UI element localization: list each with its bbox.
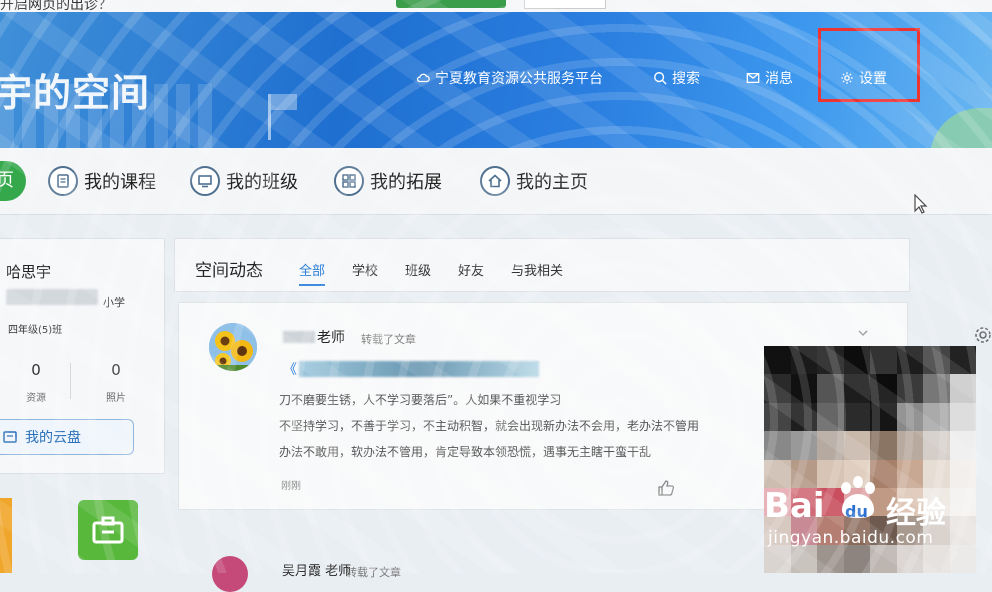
platform-link[interactable]: 宁夏教育资源公共服务平台 [416, 68, 603, 88]
watermark-brand-a: Bai [764, 486, 825, 526]
feed-tab-friends[interactable]: 好友 [458, 260, 484, 279]
monitor-icon [190, 166, 220, 196]
briefcase-icon [92, 516, 124, 544]
menu-my-class[interactable]: 我的班级 [190, 164, 298, 198]
stat-label: 资源 [26, 393, 46, 404]
avatar[interactable] [209, 323, 257, 371]
watermark-url: jingyan.baidu.com [768, 528, 934, 548]
watermark-brand-c: 经验 [886, 496, 946, 531]
my-cloud-disk-button[interactable]: 我的云盘 [0, 419, 134, 455]
menu-label: 我的课程 [84, 172, 156, 193]
school-name-blurred [6, 289, 98, 305]
menu-label: 我的主页 [516, 172, 588, 193]
post-action: 转载了文章 [361, 333, 416, 346]
app-tile-orange[interactable] [0, 498, 12, 573]
post-text-line: 不坚持学习，不善于学习，不主动积智，就会出现新办法不会用，老办法不管用 [279, 419, 700, 433]
menu-my-homepage[interactable]: 我的主页 [480, 164, 588, 198]
menu-my-extension[interactable]: 我的拓展 [334, 164, 442, 198]
messages-link[interactable]: 消息 [746, 68, 793, 88]
post2-action: 转载了文章 [346, 566, 401, 579]
article-link-bracket[interactable]: 《 [283, 359, 297, 379]
main-menu-bar: 页 我的课程 我的班级 我的拓展 我的主页 [0, 148, 992, 215]
gear-icon[interactable] [974, 326, 992, 344]
avatar[interactable] [212, 556, 248, 592]
flag-graphic [271, 94, 297, 110]
stat-value: 0 [31, 361, 41, 379]
stat-photos[interactable]: 0 照片 [86, 361, 146, 404]
search-icon [654, 72, 667, 85]
stat-value: 0 [111, 361, 121, 379]
folder-icon [3, 431, 17, 443]
author-name-blurred [283, 331, 315, 343]
feed-tab-all[interactable]: 全部 [299, 260, 326, 286]
post-time: 刚刚 [281, 481, 301, 492]
space-title: 宇的空间 [0, 71, 151, 115]
profile-name[interactable]: 哈思宇 [6, 261, 51, 282]
post-text-line: 办法不敢用，软办法不管用，肯定导致本领恐慌，遇事无主瞎干蛮干乱 [279, 445, 652, 459]
messages-label: 消息 [765, 71, 793, 87]
stat-resources[interactable]: 0 资源 [6, 361, 66, 404]
search-link[interactable]: 搜索 [653, 68, 700, 88]
thumbs-up-icon[interactable] [657, 479, 675, 497]
grid-icon [334, 166, 364, 196]
menu-my-courses[interactable]: 我的课程 [48, 164, 156, 198]
post-text-line: 刀不磨要生锈，人不学习要落后”。人如果不重视学习 [279, 393, 562, 407]
profile-card: 哈思宇 小学 四年级(5)班 0 资源 0 照片 我的云盘 [0, 238, 165, 474]
menu-label: 我的班级 [226, 172, 298, 193]
platform-label: 宁夏教育资源公共服务平台 [435, 71, 603, 87]
feed-tab-class[interactable]: 班级 [405, 260, 431, 279]
settings-highlight-box [818, 28, 920, 102]
school-suffix: 小学 [103, 296, 125, 309]
top-field[interactable] [524, 0, 606, 9]
feed-tab-related[interactable]: 与我相关 [511, 260, 563, 279]
app-tile-green[interactable] [78, 500, 138, 560]
home-tab[interactable]: 页 [0, 161, 26, 201]
post2-author[interactable]: 吴月霞 老师 [282, 560, 351, 579]
cloud-icon [416, 73, 430, 83]
post-author[interactable]: 老师 [317, 327, 345, 347]
course-icon [48, 166, 78, 196]
stat-label: 照片 [106, 393, 126, 404]
sunflower-avatar-icon [209, 323, 257, 371]
chevron-down-icon[interactable] [857, 327, 869, 339]
feed-title: 空间动态 [195, 261, 263, 281]
mouse-cursor-icon [914, 194, 928, 214]
top-green-button[interactable] [396, 0, 506, 8]
stat-divider [70, 363, 71, 399]
cloud-disk-label: 我的云盘 [25, 430, 81, 446]
profile-grade: 四年级(5)班 [8, 325, 63, 336]
article-link-blurred[interactable] [299, 361, 539, 377]
feed-tab-school[interactable]: 学校 [352, 260, 378, 279]
space-feed-header: 空间动态 全部 学校 班级 好友 与我相关 [174, 238, 910, 292]
menu-label: 我的拓展 [370, 172, 442, 193]
search-label: 搜索 [672, 71, 700, 87]
cloud-graphic [930, 108, 992, 148]
watermark-brand-b: du [845, 502, 868, 521]
mail-icon [746, 72, 760, 84]
house-icon [480, 166, 510, 196]
